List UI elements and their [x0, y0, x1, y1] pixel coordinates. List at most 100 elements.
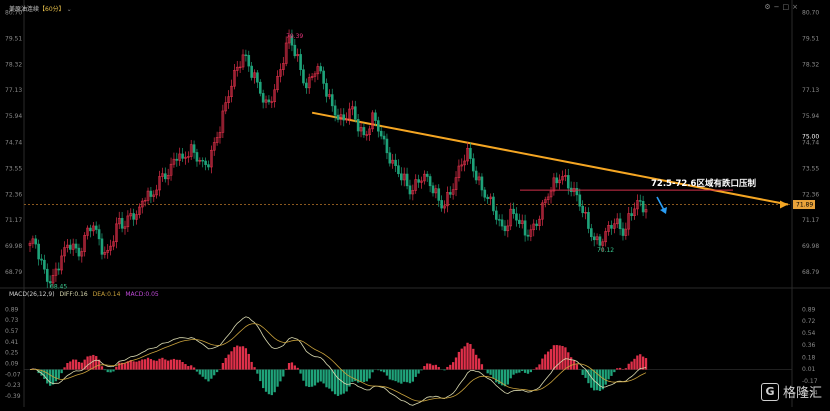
y-tick-left-macd: 0.25 [5, 350, 19, 357]
price-chart-svg[interactable]: 68.45 79.39 70.12 71.89 72.5-72.6区域有跌口压制 80.… [0, 0, 830, 407]
y-tick-right-macd: 0.72 [802, 318, 816, 325]
candle-body [500, 219, 504, 227]
candle-body [382, 135, 386, 140]
candle-body [578, 194, 582, 207]
candle-body [97, 229, 101, 240]
candle-body [575, 188, 579, 196]
dea-value: DEA:0.14 [92, 291, 121, 298]
candle-body [302, 69, 305, 84]
candle-body [120, 218, 124, 229]
candle-body [535, 223, 538, 226]
candle-body [495, 210, 498, 220]
maximize-icon[interactable]: □ [783, 3, 790, 11]
candle-body [100, 238, 104, 255]
candle-body [492, 196, 495, 212]
current-price-label: 71.89 [796, 202, 813, 209]
candle-body [448, 192, 452, 195]
candle-body [618, 218, 622, 230]
candle-body [256, 72, 259, 83]
candle-body [333, 105, 337, 116]
y-tick-left-macd: -0.23 [5, 382, 21, 389]
candle-body [37, 243, 40, 260]
candle-body [515, 213, 518, 221]
y-tick-left-macd: 0.09 [5, 360, 19, 367]
candle-body [483, 189, 487, 198]
y-tick-left-macd: -0.07 [5, 371, 21, 378]
candle-body [471, 158, 475, 172]
settings-icon[interactable]: ⚙ [764, 3, 770, 11]
candle-body [630, 213, 633, 216]
candle-body [385, 138, 389, 154]
y-tick-left-macd: 0.57 [5, 328, 19, 335]
candle-body [388, 152, 392, 164]
candle-body [592, 236, 596, 241]
candle-body [57, 268, 61, 271]
candle-body [566, 175, 570, 189]
candle-body [598, 236, 602, 246]
y-tick-right-macd: 0.18 [802, 354, 816, 361]
y-tick-left-price: 77.13 [5, 87, 22, 94]
candle-body [181, 153, 184, 159]
candle-body [163, 173, 167, 180]
candle-body [405, 173, 409, 187]
candle-body [486, 196, 489, 200]
candle-body [68, 244, 72, 250]
candle-body [408, 185, 412, 195]
trend-line [311, 111, 789, 206]
candle-body [43, 259, 46, 270]
macd-value: MACD:0.05 [125, 291, 159, 298]
candle-body [132, 213, 135, 220]
candle-body [94, 225, 98, 230]
y-tick-left-macd: 0.41 [5, 339, 19, 346]
candle-body [512, 208, 515, 215]
macd-layer [24, 316, 792, 406]
y-tick-left-price: 79.51 [5, 35, 22, 42]
candle-body [322, 70, 325, 84]
close-icon[interactable]: × [792, 3, 798, 11]
candle-body [149, 190, 153, 197]
candle-body [621, 228, 625, 236]
candle-body [74, 243, 78, 249]
chart-stage: 68.45 79.39 70.12 71.89 72.5-72.6区域有跌口压制 80.… [0, 0, 830, 407]
candle-body [305, 82, 308, 89]
candle-body [417, 179, 420, 183]
candle-body [641, 201, 645, 213]
y-tick-left-macd: -0.39 [5, 393, 21, 400]
candle-body [40, 258, 43, 261]
chart-frame [0, 0, 830, 407]
minimize-icon[interactable]: − [774, 3, 780, 11]
candle-body [440, 200, 443, 209]
candle-body [374, 112, 377, 121]
y-tick-right-price: 79.51 [802, 35, 819, 42]
candle-body [267, 99, 271, 103]
candle-body [526, 234, 530, 237]
candle-body [469, 147, 472, 159]
candle-body [342, 114, 346, 121]
candle-body [201, 160, 205, 162]
y-tick-right-price: 78.32 [802, 61, 819, 68]
candle-body [247, 55, 251, 67]
price-marker-label: 70.12 [597, 247, 614, 254]
candle-body [192, 144, 196, 153]
candle-body [431, 185, 435, 194]
price-marker-label: 79.39 [286, 33, 303, 40]
period-label: 【60分】 [39, 6, 65, 13]
watermark-badge: G [760, 382, 779, 401]
chevron-down-icon[interactable]: ⌄ [67, 6, 72, 13]
candle-body [77, 247, 81, 257]
candle-body [89, 227, 92, 232]
candle-body [34, 238, 38, 245]
candle-body [250, 65, 253, 78]
candle-body [428, 176, 432, 187]
candle-body [437, 188, 441, 201]
candle-body [204, 160, 207, 165]
y-tick-left-price: 75.94 [5, 113, 22, 120]
diff-value: DIFF:0.16 [59, 291, 88, 298]
candle-body [503, 225, 507, 232]
price-marker-label: 68.45 [50, 284, 67, 291]
candle-body [362, 127, 366, 136]
candle-body [518, 219, 521, 224]
candle-body [400, 173, 403, 181]
y-tick-right-price: 71.17 [802, 217, 819, 224]
watermark: G 格隆汇 [760, 382, 822, 401]
